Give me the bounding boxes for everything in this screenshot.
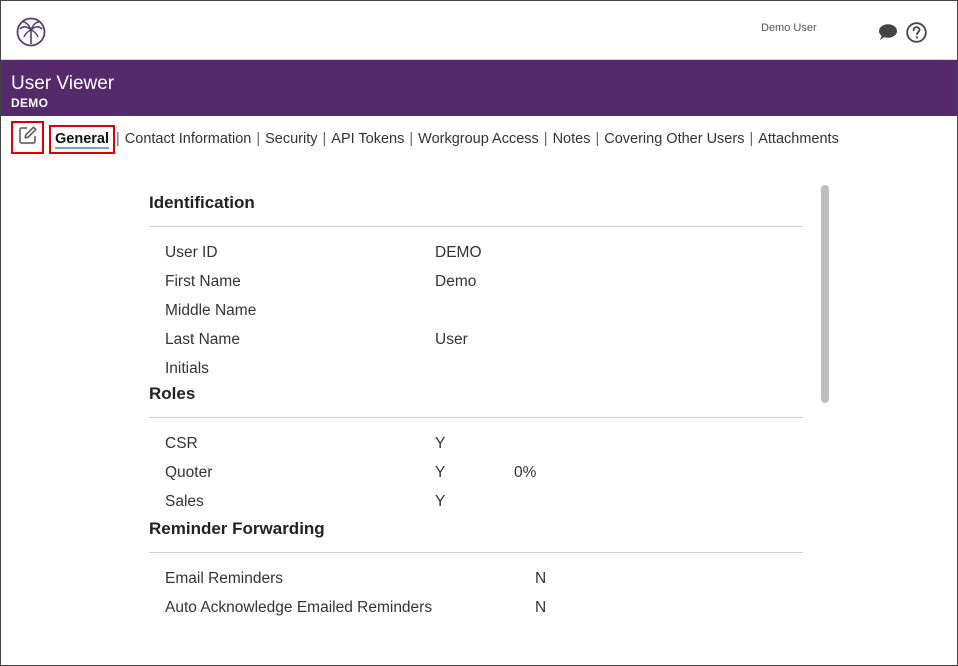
tab-workgroup-access[interactable]: Workgroup Access: [414, 131, 543, 147]
field-row-auto-acknowledge: Auto Acknowledge Emailed Reminders N: [149, 595, 803, 624]
field-label: First Name: [165, 273, 241, 290]
tab-strip: General | Contact Information | Security…: [49, 123, 843, 155]
role-percent: 0%: [514, 464, 537, 481]
tab-contact-information[interactable]: Contact Information: [121, 131, 256, 147]
tab-api-tokens[interactable]: API Tokens: [327, 131, 408, 147]
field-value: N: [535, 570, 547, 587]
field-row-last-name: Last Name User: [149, 327, 803, 356]
field-value: N: [535, 599, 547, 616]
field-value: DEMO: [435, 244, 482, 261]
field-label: Last Name: [165, 331, 240, 348]
tab-notes[interactable]: Notes: [549, 131, 595, 147]
role-value: Y: [435, 435, 446, 452]
app-window: Demo User User Viewer DEMO General | Con…: [0, 0, 958, 666]
field-row-first-name: First Name Demo: [149, 269, 803, 298]
current-user-name[interactable]: Demo User: [761, 22, 817, 34]
role-label: CSR: [165, 435, 198, 452]
field-row-initials: Initials: [149, 356, 803, 382]
tab-attachments[interactable]: Attachments: [754, 131, 843, 147]
roles-section-title: Roles: [149, 384, 196, 403]
section-divider: [149, 552, 803, 553]
field-value: Demo: [435, 273, 477, 290]
role-row-sales: Sales Y: [149, 489, 803, 517]
edit-button[interactable]: [11, 121, 44, 154]
role-label: Sales: [165, 493, 204, 510]
edit-pencil-icon: [18, 125, 38, 150]
palm-tree-logo-icon[interactable]: [16, 17, 46, 47]
vertical-scrollbar[interactable]: [821, 185, 829, 403]
role-row-quoter: Quoter Y 0%: [149, 460, 803, 489]
field-label: Initials: [165, 360, 209, 377]
page-header: User Viewer DEMO: [1, 60, 957, 116]
tab-security[interactable]: Security: [261, 131, 321, 147]
field-value: User: [435, 331, 468, 348]
role-value: Y: [435, 464, 446, 481]
top-bar: Demo User: [1, 1, 957, 60]
active-tab-underline: [55, 146, 109, 149]
field-row-email-reminders: Email Reminders N: [149, 566, 803, 595]
role-label: Quoter: [165, 464, 213, 481]
chat-bubble-icon[interactable]: [878, 23, 898, 41]
general-content: Identification User ID DEMO First Name D…: [149, 191, 803, 624]
field-label: Middle Name: [165, 302, 257, 319]
reminder-forwarding-section-title: Reminder Forwarding: [149, 519, 325, 538]
page-title: User Viewer: [11, 73, 115, 94]
field-label: User ID: [165, 244, 218, 261]
field-row-user-id: User ID DEMO: [149, 240, 803, 269]
section-divider: [149, 417, 803, 418]
field-label: Auto Acknowledge Emailed Reminders: [165, 599, 433, 616]
help-circle-icon[interactable]: [906, 22, 927, 43]
section-divider: [149, 226, 803, 227]
tab-general[interactable]: General: [49, 124, 115, 154]
tab-covering-other-users[interactable]: Covering Other Users: [600, 131, 748, 147]
field-label: Email Reminders: [165, 570, 284, 587]
role-value: Y: [435, 493, 446, 510]
role-row-csr: CSR Y: [149, 431, 803, 460]
page-subtitle: DEMO: [11, 96, 49, 110]
identification-section-title: Identification: [149, 193, 255, 212]
field-row-middle-name: Middle Name: [149, 298, 803, 327]
